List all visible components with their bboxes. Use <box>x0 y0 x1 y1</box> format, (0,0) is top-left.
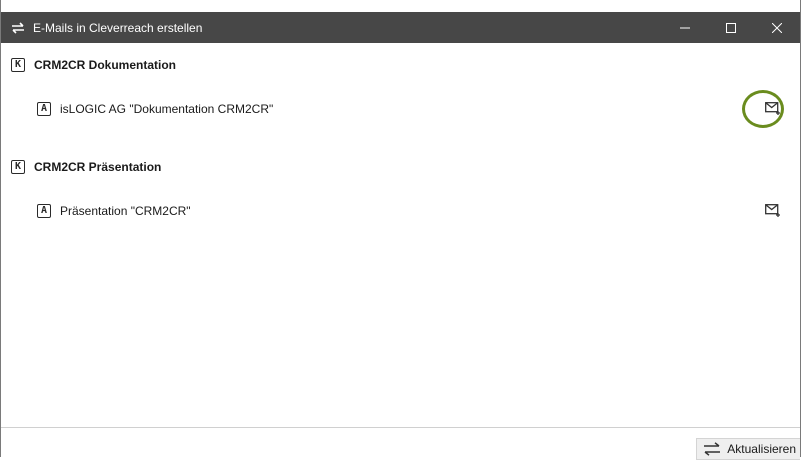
group-label: CRM2CR Präsentation <box>34 160 162 174</box>
item-label: Präsentation "CRM2CR" <box>60 204 191 218</box>
footer-bar: Aktualisieren <box>1 427 800 460</box>
create-email-button[interactable] <box>763 202 783 220</box>
minimize-icon <box>680 27 690 28</box>
item-label: isLOGIC AG "Dokumentation CRM2CR" <box>60 102 274 116</box>
maximize-button[interactable] <box>708 12 754 43</box>
item-badge: A <box>37 204 51 218</box>
group-header: K CRM2CR Präsentation <box>11 159 161 175</box>
close-icon <box>772 22 782 33</box>
refresh-label: Aktualisieren <box>727 442 796 456</box>
group-badge: K <box>11 58 25 72</box>
close-button[interactable] <box>754 12 800 43</box>
dialog-window: E-Mails in Cleverreach erstellen K CRM2C… <box>0 0 801 460</box>
minimize-button[interactable] <box>662 12 708 43</box>
sync-arrows-icon <box>11 21 25 34</box>
sync-arrows-icon <box>703 442 721 456</box>
window-controls <box>662 12 800 43</box>
list-item: A Präsentation "CRM2CR" <box>37 203 191 219</box>
group-label: CRM2CR Dokumentation <box>34 58 177 72</box>
mail-plus-icon <box>765 102 780 115</box>
create-email-button[interactable] <box>763 100 783 118</box>
group-header: K CRM2CR Dokumentation <box>11 57 176 73</box>
group-badge: K <box>11 160 25 174</box>
mail-plus-icon <box>765 204 780 217</box>
list-item: A isLOGIC AG "Dokumentation CRM2CR" <box>37 101 273 117</box>
content-area: K CRM2CR Dokumentation A isLOGIC AG "Dok… <box>1 43 800 427</box>
maximize-icon <box>726 22 736 33</box>
title-bar: E-Mails in Cleverreach erstellen <box>1 12 800 43</box>
window-title: E-Mails in Cleverreach erstellen <box>33 20 203 35</box>
item-badge: A <box>37 102 51 116</box>
